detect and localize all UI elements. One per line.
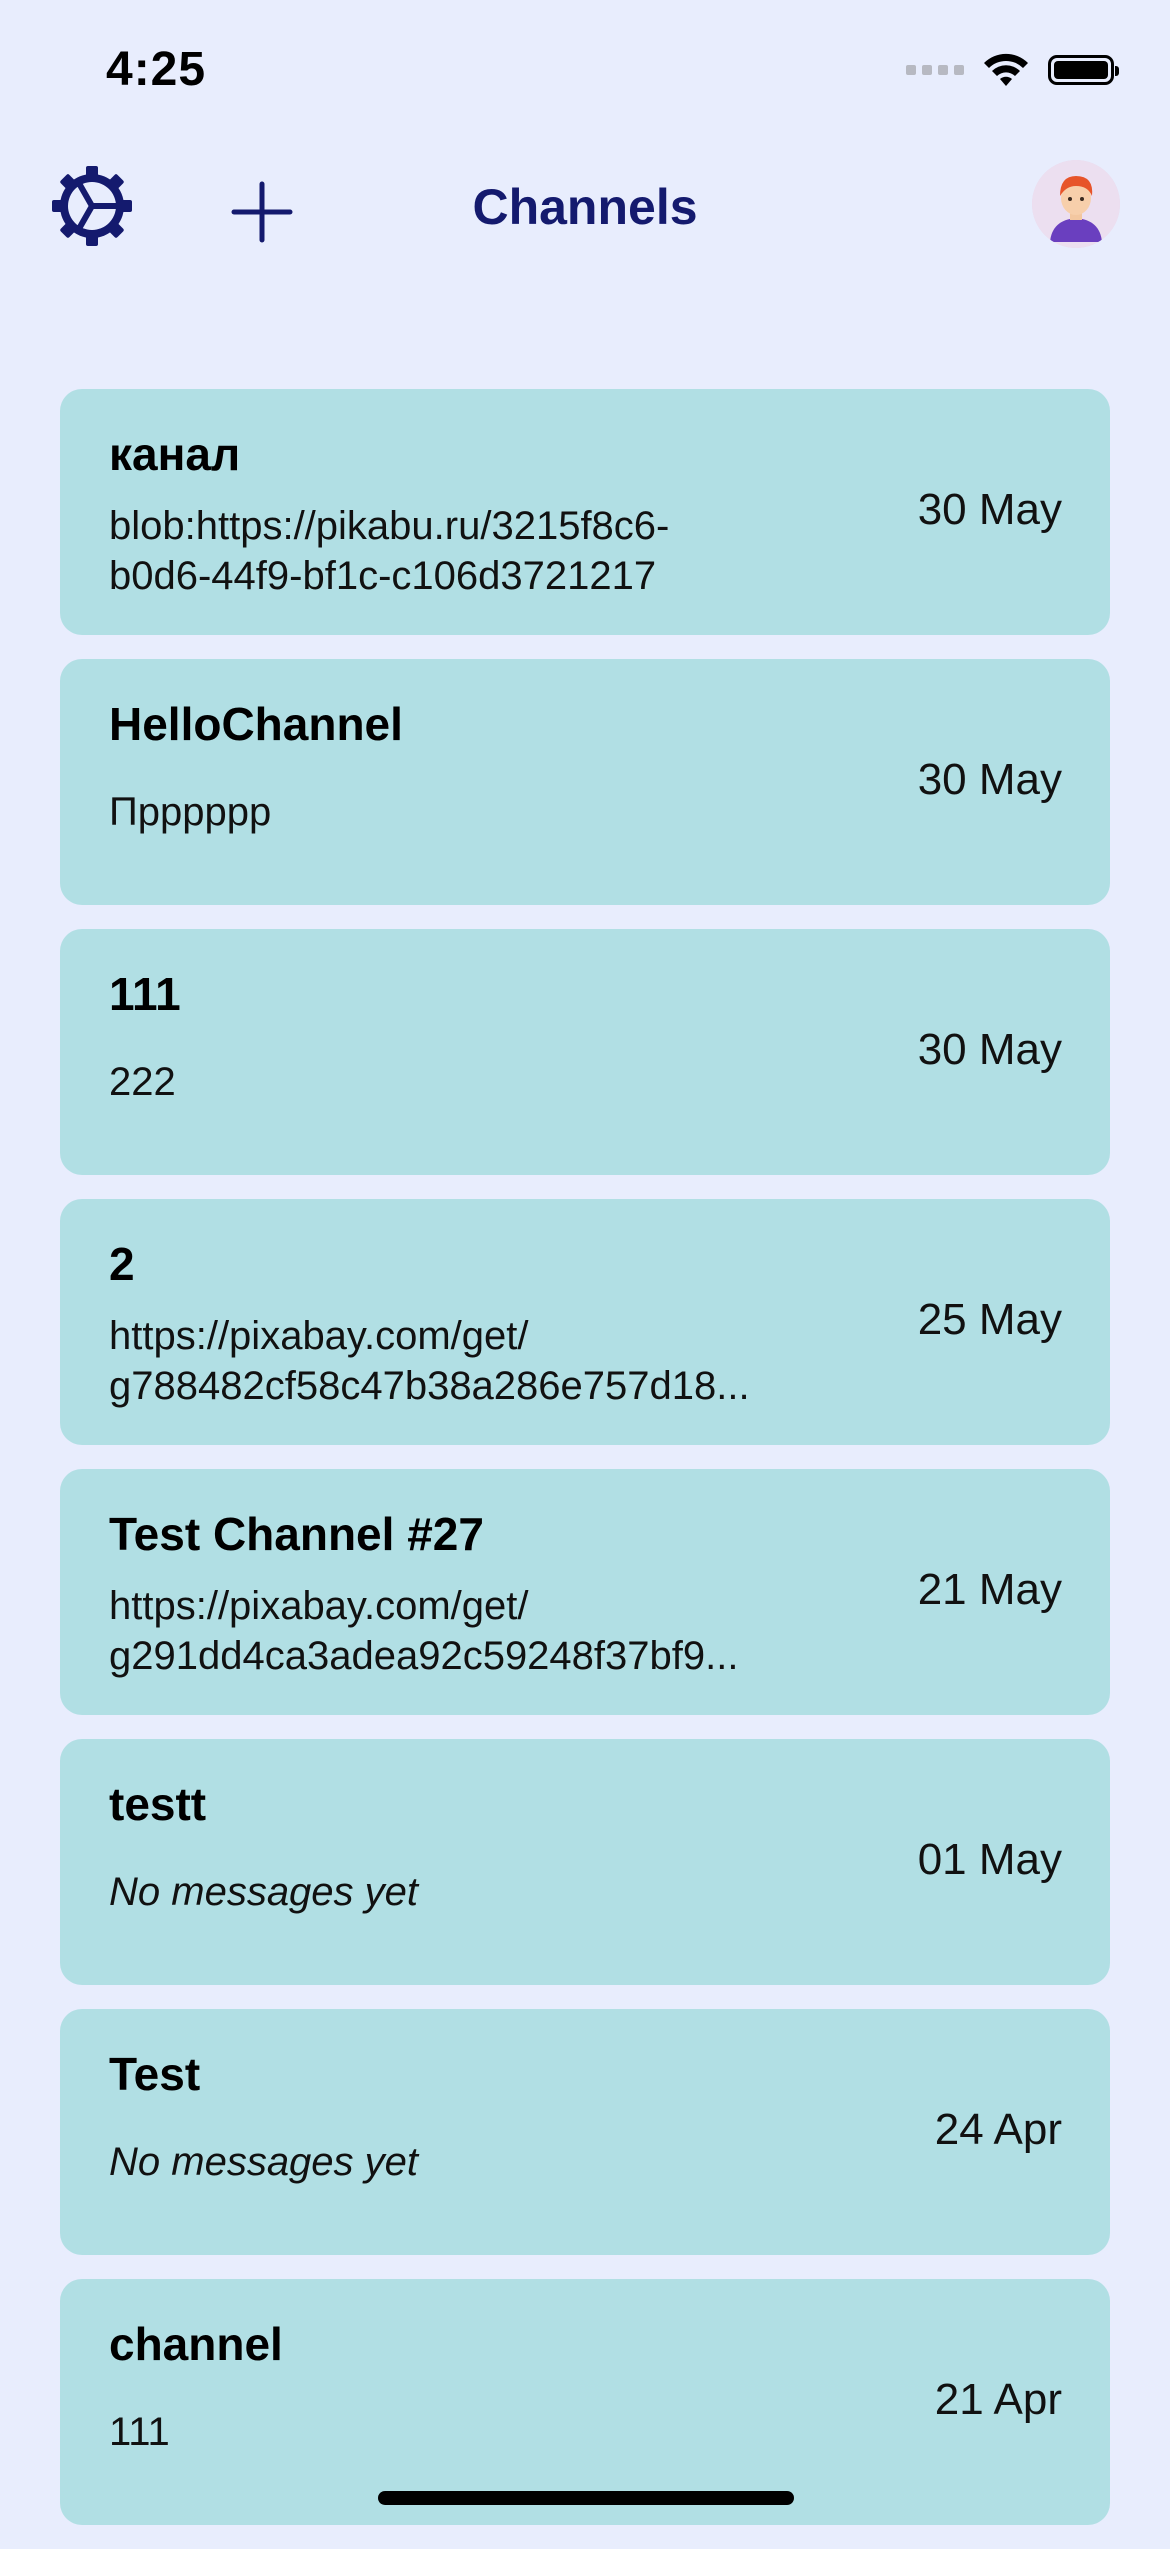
channel-name: Test (109, 2048, 201, 2100)
channel-date: 21 May (917, 1565, 1062, 1614)
page-title: Channels (472, 179, 698, 235)
channel-item[interactable]: 2 https://pixabay.com/get/ g788482cf58c4… (60, 1199, 1110, 1445)
channel-item[interactable]: 111 222 30 May (60, 929, 1110, 1175)
wifi-icon (984, 53, 1028, 86)
profile-avatar[interactable] (1032, 160, 1120, 248)
channel-last-message: No messages yet (109, 1870, 419, 1914)
channel-item[interactable]: канал blob:https://pikabu.ru/3215f8c6- b… (60, 389, 1110, 635)
status-bar: 4:25 (0, 0, 1170, 150)
cellular-signal-icon (906, 65, 964, 75)
channel-last-message: No messages yet (109, 2140, 419, 2184)
channel-date: 01 May (917, 1835, 1062, 1884)
avatar-icon (1032, 160, 1120, 248)
channel-date: 21 Apr (934, 2375, 1062, 2424)
channel-last-message: 111 (109, 2410, 170, 2454)
channel-item[interactable]: Test Channel #27 https://pixabay.com/get… (60, 1469, 1110, 1715)
status-time: 4:25 (106, 43, 207, 96)
channel-item[interactable]: Test No messages yet 24 Apr (60, 2009, 1110, 2255)
channel-name: 111 (109, 968, 181, 1020)
channel-date: 30 May (917, 485, 1062, 534)
channel-name: 2 (109, 1238, 135, 1290)
channel-name: канал (109, 428, 241, 480)
channel-name: channel (109, 2318, 283, 2370)
channel-name: HelloChannel (109, 698, 403, 750)
channel-date: 30 May (917, 1025, 1062, 1074)
channel-date: 25 May (917, 1295, 1062, 1344)
channel-last-message: Пpppppp (109, 790, 272, 834)
channel-date: 24 Apr (934, 2105, 1062, 2154)
channel-item[interactable]: channel 111 21 Apr (60, 2279, 1110, 2525)
status-icons (906, 52, 1119, 88)
channel-list: канал blob:https://pikabu.ru/3215f8c6- b… (60, 389, 1110, 2549)
home-indicator[interactable] (378, 2491, 794, 2505)
channel-item[interactable]: testt No messages yet 01 May (60, 1739, 1110, 1985)
channel-last-message: blob:https://pikabu.ru/3215f8c6- b0d6-44… (109, 504, 670, 598)
channel-name: testt (109, 1778, 207, 1830)
channel-last-message: https://pixabay.com/get/ g788482cf58c47b… (109, 1314, 750, 1408)
channel-item[interactable]: HelloChannel Пpppppp 30 May (60, 659, 1110, 905)
navigation-bar: Channels (0, 150, 1170, 270)
channel-last-message: https://pixabay.com/get/ g291dd4ca3adea9… (109, 1584, 739, 1678)
channel-last-message: 222 (109, 1060, 176, 1104)
channel-name: Test Channel #27 (109, 1508, 484, 1560)
channel-date: 30 May (917, 755, 1062, 804)
battery-icon (1048, 55, 1119, 85)
